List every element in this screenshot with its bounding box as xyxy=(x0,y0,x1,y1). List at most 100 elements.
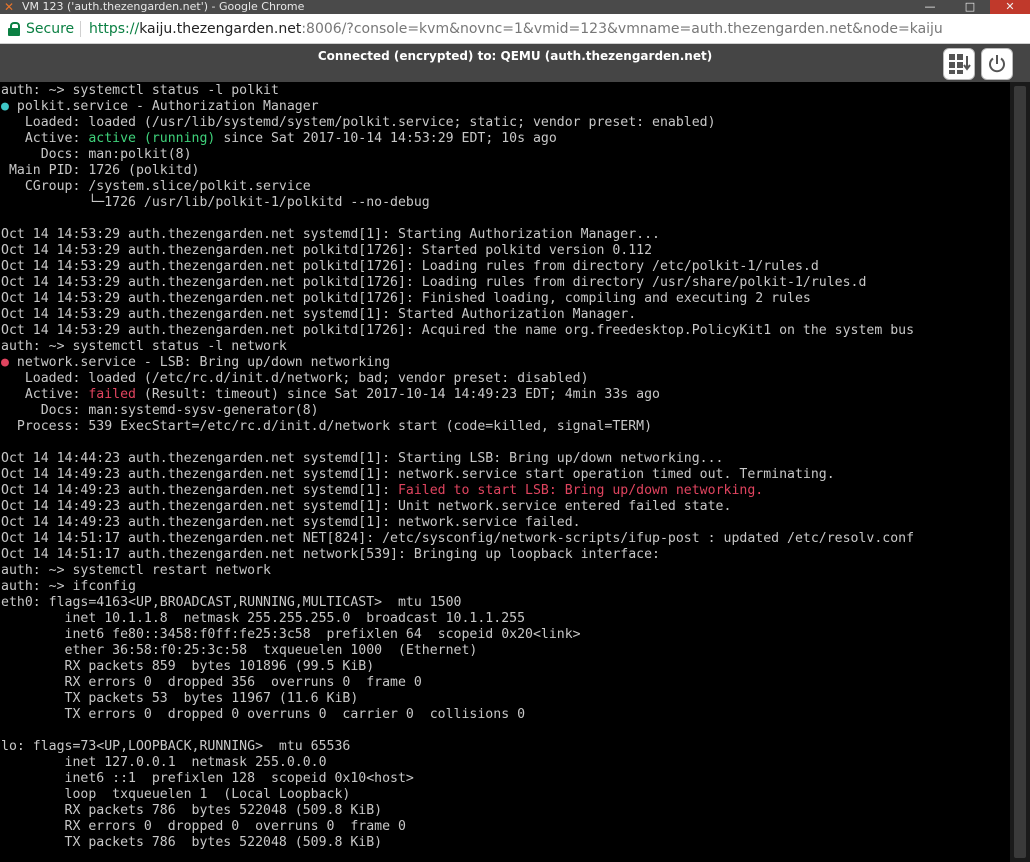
terminal-text: TX errors 0 dropped 0 overruns 0 carrier… xyxy=(1,707,526,722)
terminal-text: auth: ~> systemctl restart network xyxy=(1,563,271,578)
terminal-highlight: ● xyxy=(1,99,9,114)
terminal-line: Oct 14 14:53:29 auth.thezengarden.net po… xyxy=(1,243,652,259)
address-bar[interactable]: Secure https://kaiju.thezengarden.net:80… xyxy=(0,14,1030,44)
scrollbar-thumb[interactable] xyxy=(1014,86,1026,858)
terminal-text: Active: xyxy=(1,387,89,402)
terminal-line: RX packets 786 bytes 522048 (509.8 KiB) xyxy=(1,803,383,819)
novnc-control-bar: Connected (encrypted) to: QEMU (auth.the… xyxy=(0,44,1030,82)
terminal-text: TX packets 786 bytes 522048 (509.8 KiB) xyxy=(1,835,383,850)
terminal-text: Oct 14 14:49:23 auth.thezengarden.net sy… xyxy=(1,467,835,482)
terminal-line: RX errors 0 dropped 356 overruns 0 frame… xyxy=(1,675,422,691)
terminal-text: Docs: man:polkit(8) xyxy=(1,147,192,162)
url-scheme: https:// xyxy=(89,21,140,37)
secure-indicator[interactable]: Secure xyxy=(8,21,74,37)
terminal-line: Oct 14 14:53:29 auth.thezengarden.net sy… xyxy=(1,307,636,323)
connection-status: Connected (encrypted) to: QEMU (auth.the… xyxy=(317,49,713,63)
terminal-text: auth: ~> ifconfig xyxy=(1,579,136,594)
terminal-line: Oct 14 14:51:17 auth.thezengarden.net ne… xyxy=(1,547,660,563)
terminal-line: Active: active (running) since Sat 2017-… xyxy=(1,131,557,147)
lock-icon xyxy=(8,22,20,36)
terminal-text: RX errors 0 dropped 0 overruns 0 frame 0 xyxy=(1,819,406,834)
terminal-line: Oct 14 14:49:23 auth.thezengarden.net sy… xyxy=(1,499,731,515)
terminal-line: Oct 14 14:51:17 auth.thezengarden.net NE… xyxy=(1,531,914,547)
terminal-line: Oct 14 14:53:29 auth.thezengarden.net po… xyxy=(1,275,866,291)
terminal-line: inet 127.0.0.1 netmask 255.0.0.0 xyxy=(1,755,327,771)
window-controls: — □ ✕ xyxy=(910,0,1030,14)
terminal-highlight: ● xyxy=(1,355,9,370)
url-host: kaiju.thezengarden.net xyxy=(139,21,302,37)
terminal-line: eth0: flags=4163<UP,BROADCAST,RUNNING,MU… xyxy=(1,595,462,611)
url-path: :8006/?console=kvm&novnc=1&vmid=123&vmna… xyxy=(301,21,943,37)
terminal-line: lo: flags=73<UP,LOOPBACK,RUNNING> mtu 65… xyxy=(1,739,350,755)
terminal-text: Process: 539 ExecStart=/etc/rc.d/init.d/… xyxy=(1,419,653,434)
terminal-line: Oct 14 14:53:29 auth.thezengarden.net po… xyxy=(1,291,811,307)
terminal-line: TX packets 53 bytes 11967 (11.6 KiB) xyxy=(1,691,359,707)
terminal-text: Oct 14 14:51:17 auth.thezengarden.net ne… xyxy=(1,547,660,562)
terminal-text: eth0: flags=4163<UP,BROADCAST,RUNNING,MU… xyxy=(1,595,462,610)
window-titlebar[interactable]: ✕ VM 123 ('auth.thezengarden.net') - Goo… xyxy=(0,0,1030,14)
terminal-text: RX packets 859 bytes 101896 (99.5 KiB) xyxy=(1,659,375,674)
terminal-line: loop txqueuelen 1 (Local Loopback) xyxy=(1,787,351,803)
terminal-text: Oct 14 14:53:29 auth.thezengarden.net po… xyxy=(1,259,819,274)
terminal-text: Docs: man:systemd-sysv-generator(8) xyxy=(1,403,319,418)
terminal-line: Docs: man:systemd-sysv-generator(8) xyxy=(1,403,319,419)
terminal-text: └─1726 /usr/lib/polkit-1/polkitd --no-de… xyxy=(1,195,430,210)
url-text[interactable]: https://kaiju.thezengarden.net:8006/?con… xyxy=(89,21,943,37)
proxmox-icon: ✕ xyxy=(4,0,15,14)
terminal-text: TX packets 53 bytes 11967 (11.6 KiB) xyxy=(1,691,359,706)
terminal-line: RX packets 859 bytes 101896 (99.5 KiB) xyxy=(1,659,375,675)
minimize-button[interactable]: — xyxy=(910,0,950,14)
terminal-text: auth: ~> systemctl status -l polkit xyxy=(1,83,279,98)
terminal-highlight: active (running) xyxy=(88,131,216,146)
send-keys-button[interactable] xyxy=(943,48,975,80)
terminal-line: auth: ~> systemctl status -l polkit xyxy=(1,83,279,99)
vnc-terminal-screen[interactable]: auth: ~> systemctl status -l polkit ● pol… xyxy=(0,82,1010,862)
terminal-line: inet 10.1.1.8 netmask 255.255.255.0 broa… xyxy=(1,611,526,627)
terminal-line: Oct 14 14:53:29 auth.thezengarden.net po… xyxy=(1,323,914,339)
terminal-text: RX packets 786 bytes 522048 (509.8 KiB) xyxy=(1,803,383,818)
terminal-text: RX errors 0 dropped 356 overruns 0 frame… xyxy=(1,675,422,690)
terminal-text: CGroup: /system.slice/polkit.service xyxy=(1,179,311,194)
terminal-line: auth: ~> systemctl status -l network xyxy=(1,339,287,355)
terminal-text: polkit.service - Authorization Manager xyxy=(8,99,319,114)
terminal-text: inet6 ::1 prefixlen 128 scopeid 0x10<hos… xyxy=(1,771,414,786)
terminal-line: ether 36:58:f0:25:3c:58 txqueuelen 1000 … xyxy=(1,643,478,659)
terminal-text: Oct 14 14:51:17 auth.thezengarden.net NE… xyxy=(1,531,915,546)
terminal-line: Oct 14 14:53:29 auth.thezengarden.net po… xyxy=(1,259,819,275)
terminal-text: Loaded: loaded (/etc/rc.d/init.d/network… xyxy=(1,371,589,386)
terminal-line: Active: failed (Result: timeout) since S… xyxy=(1,387,660,403)
terminal-text: auth: ~> systemctl status -l network xyxy=(1,339,287,354)
maximize-button[interactable]: □ xyxy=(950,0,990,14)
terminal-text: inet 127.0.0.1 netmask 255.0.0.0 xyxy=(1,755,327,770)
terminal-text: Oct 14 14:44:23 auth.thezengarden.net sy… xyxy=(1,451,724,466)
power-icon xyxy=(989,55,1005,73)
terminal-text: since Sat 2017-10-14 14:53:29 EDT; 10s a… xyxy=(215,131,557,146)
terminal-text: inet6 fe80::3458:f0ff:fe25:3c58 prefixle… xyxy=(1,627,581,642)
terminal-line: Process: 539 ExecStart=/etc/rc.d/init.d/… xyxy=(1,419,652,435)
terminal-highlight: Failed to start LSB: Bring up/down netwo… xyxy=(397,483,764,498)
terminal-highlight: failed xyxy=(88,387,136,402)
terminal-text: lo: flags=73<UP,LOOPBACK,RUNNING> mtu 65… xyxy=(1,739,351,754)
terminal-line: inet6 ::1 prefixlen 128 scopeid 0x10<hos… xyxy=(1,771,414,787)
terminal-line: Oct 14 14:49:23 auth.thezengarden.net sy… xyxy=(1,467,835,483)
vertical-scrollbar[interactable] xyxy=(1010,82,1030,862)
terminal-text: inet 10.1.1.8 netmask 255.255.255.0 broa… xyxy=(1,611,526,626)
terminal-line: CGroup: /system.slice/polkit.service xyxy=(1,179,311,195)
terminal-text: Oct 14 14:53:29 auth.thezengarden.net sy… xyxy=(1,307,637,322)
terminal-text: Oct 14 14:53:29 auth.thezengarden.net po… xyxy=(1,291,811,306)
terminal-text: Active: xyxy=(1,131,89,146)
terminal-line: └─1726 /usr/lib/polkit-1/polkitd --no-de… xyxy=(1,195,430,211)
close-button[interactable]: ✕ xyxy=(990,0,1030,14)
terminal-line: Loaded: loaded (/usr/lib/systemd/system/… xyxy=(1,115,716,131)
terminal-text: Oct 14 14:49:23 auth.thezengarden.net sy… xyxy=(1,483,398,498)
terminal-text: Oct 14 14:53:29 auth.thezengarden.net po… xyxy=(1,323,915,338)
terminal-line: Oct 14 14:49:23 auth.thezengarden.net sy… xyxy=(1,515,581,531)
terminal-text: Oct 14 14:53:29 auth.thezengarden.net sy… xyxy=(1,227,660,242)
terminal-line: Oct 14 14:49:23 auth.thezengarden.net sy… xyxy=(1,483,763,499)
terminal-text: Oct 14 14:53:29 auth.thezengarden.net po… xyxy=(1,243,653,258)
window-title: VM 123 ('auth.thezengarden.net') - Googl… xyxy=(22,0,305,13)
terminal-line: Oct 14 14:53:29 auth.thezengarden.net sy… xyxy=(1,227,660,243)
terminal-text: Main PID: 1726 (polkitd) xyxy=(1,163,200,178)
terminal-text: loop txqueuelen 1 (Local Loopback) xyxy=(1,787,351,802)
power-button[interactable] xyxy=(981,48,1013,80)
